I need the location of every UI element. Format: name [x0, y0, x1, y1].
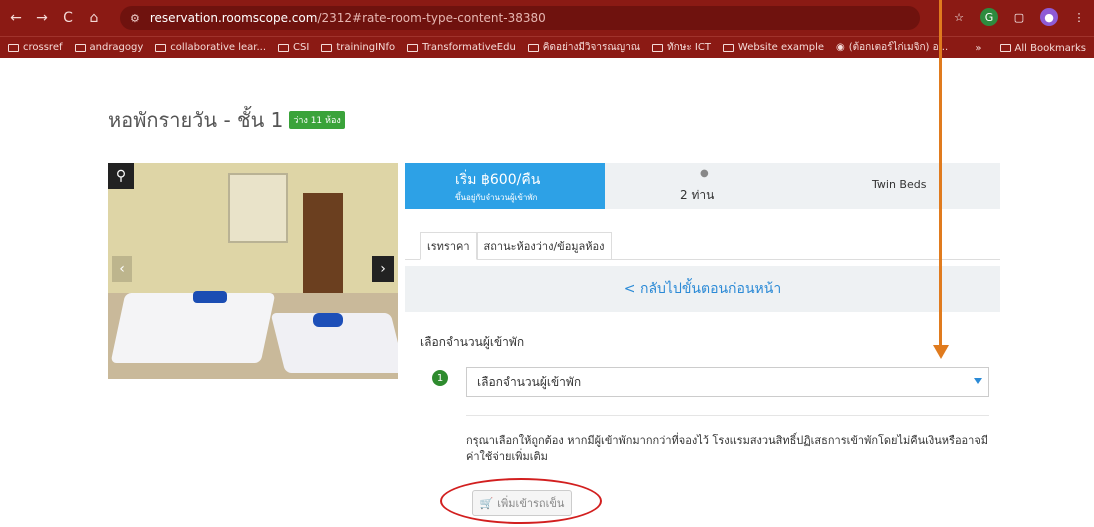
bookmark-item[interactable]: TransformativeEdu — [407, 42, 516, 53]
bookmark-item[interactable]: Website example — [722, 42, 824, 53]
annotation-arrow-head — [933, 345, 949, 359]
bed-type: Twin Beds — [872, 178, 927, 191]
next-photo-icon[interactable]: › — [372, 256, 394, 282]
photo-towel — [193, 291, 227, 303]
home-icon[interactable]: ⌂ — [84, 8, 104, 28]
menu-icon[interactable]: ⋮ — [1070, 8, 1088, 26]
caret-down-icon — [974, 378, 982, 384]
tab-room-info[interactable]: สถานะห้องว่าง/ข้อมูลห้อง — [476, 232, 612, 260]
back-arrow-icon[interactable]: ← — [6, 8, 26, 28]
browser-actions: ☆ G ▢ ● ⋮ — [950, 8, 1088, 26]
photo-towel — [313, 313, 343, 327]
folder-icon — [74, 43, 86, 52]
form-divider — [466, 415, 989, 416]
price-box: เริ่ม ฿600/คืน ขึ้นอยู่กับจำนวนผู้เข้าพั… — [405, 163, 605, 209]
folder-icon — [8, 43, 19, 52]
profile-avatar[interactable]: ● — [1040, 8, 1058, 26]
bookmark-item[interactable]: ◉ (ต้อกเตอร์ไก่เมจิก) อ... — [836, 40, 948, 55]
photo-window — [228, 173, 288, 243]
bookmark-item[interactable]: andragogy — [74, 42, 143, 53]
person-icon: ● — [700, 168, 709, 179]
bookmark-item[interactable]: ทักษะ ICT — [652, 40, 711, 55]
guest-count-select[interactable]: เลือกจำนวนผู้เข้าพัก — [466, 367, 989, 397]
section-label: เลือกจำนวนผู้เข้าพัก — [420, 335, 525, 349]
zoom-search-icon[interactable]: ⚲ — [108, 163, 134, 189]
annotation-arrow-line — [939, 0, 942, 345]
prev-photo-icon[interactable]: ‹ — [112, 256, 132, 282]
price-main: เริ่ม ฿600/คืน — [455, 172, 541, 188]
bookmark-item[interactable]: คิดอย่างมีวิจารณญาณ — [527, 40, 640, 55]
address-bar[interactable]: ⚙ reservation.roomscope.com /2312#rate-r… — [120, 6, 920, 30]
folder-icon — [999, 44, 1011, 52]
folder-icon — [652, 43, 664, 52]
step-number-badge: 1 — [432, 370, 448, 386]
room-title: หอพักรายวัน - ชั้น 1 — [108, 108, 284, 132]
annotation-circle — [440, 478, 602, 524]
url-path: /2312#rate-room-type-content-38380 — [317, 11, 546, 25]
bookmark-item[interactable]: trainingINfo — [321, 42, 395, 53]
bookmarks-right: » All Bookmarks — [975, 37, 1090, 58]
globe-icon: ◉ — [836, 42, 845, 53]
browser-toolbar: ← → C ⌂ ⚙ reservation.roomscope.com /231… — [0, 0, 1094, 36]
room-photo[interactable] — [108, 163, 398, 379]
all-bookmarks-button[interactable]: All Bookmarks — [999, 43, 1086, 54]
folder-icon — [278, 43, 290, 52]
select-value: เลือกจำนวนผู้เข้าพัก — [477, 374, 582, 389]
photo-bed-left — [110, 293, 276, 363]
url-host: reservation.roomscope.com — [149, 11, 318, 25]
folder-icon — [321, 43, 333, 52]
bookmark-item[interactable]: crossref — [8, 42, 63, 53]
back-to-previous-step[interactable]: < กลับไปขั้นตอนก่อนหน้า — [405, 266, 1000, 312]
price-sub: ขึ้นอยู่กับจำนวนผู้เข้าพัก — [455, 193, 538, 202]
bookmark-item[interactable]: CSI — [278, 42, 309, 53]
tab-rates[interactable]: เรทราคา — [420, 232, 477, 260]
extensions-icon[interactable]: ▢ — [1010, 8, 1028, 26]
site-settings-icon[interactable]: ⚙ — [130, 12, 140, 25]
forward-arrow-icon[interactable]: → — [32, 8, 52, 28]
folder-icon — [407, 43, 419, 52]
more-bookmarks-button[interactable]: » — [975, 43, 981, 54]
photo-door — [303, 193, 343, 303]
bookmarks-bar: crossref andragogy collaborative lear...… — [0, 36, 1094, 58]
booking-notice: กรุณาเลือกให้ถูกต้อง หากมีผู้เข้าพักมากก… — [466, 434, 989, 463]
page-title: หอพักรายวัน - ชั้น 1 ว่าง 11 ห้อง — [108, 104, 345, 136]
grammarly-icon[interactable]: G — [980, 8, 998, 26]
folder-icon — [527, 43, 539, 52]
reload-icon[interactable]: C — [58, 8, 78, 28]
folder-icon — [155, 43, 167, 52]
tabs: เรทราคา สถานะห้องว่าง/ข้อมูลห้อง — [420, 232, 612, 260]
availability-badge: ว่าง 11 ห้อง — [289, 111, 345, 129]
star-icon[interactable]: ☆ — [950, 8, 968, 26]
bookmark-item[interactable]: collaborative lear... — [155, 42, 266, 53]
guest-count: 2 ท่าน — [680, 188, 715, 202]
folder-icon — [722, 43, 734, 52]
